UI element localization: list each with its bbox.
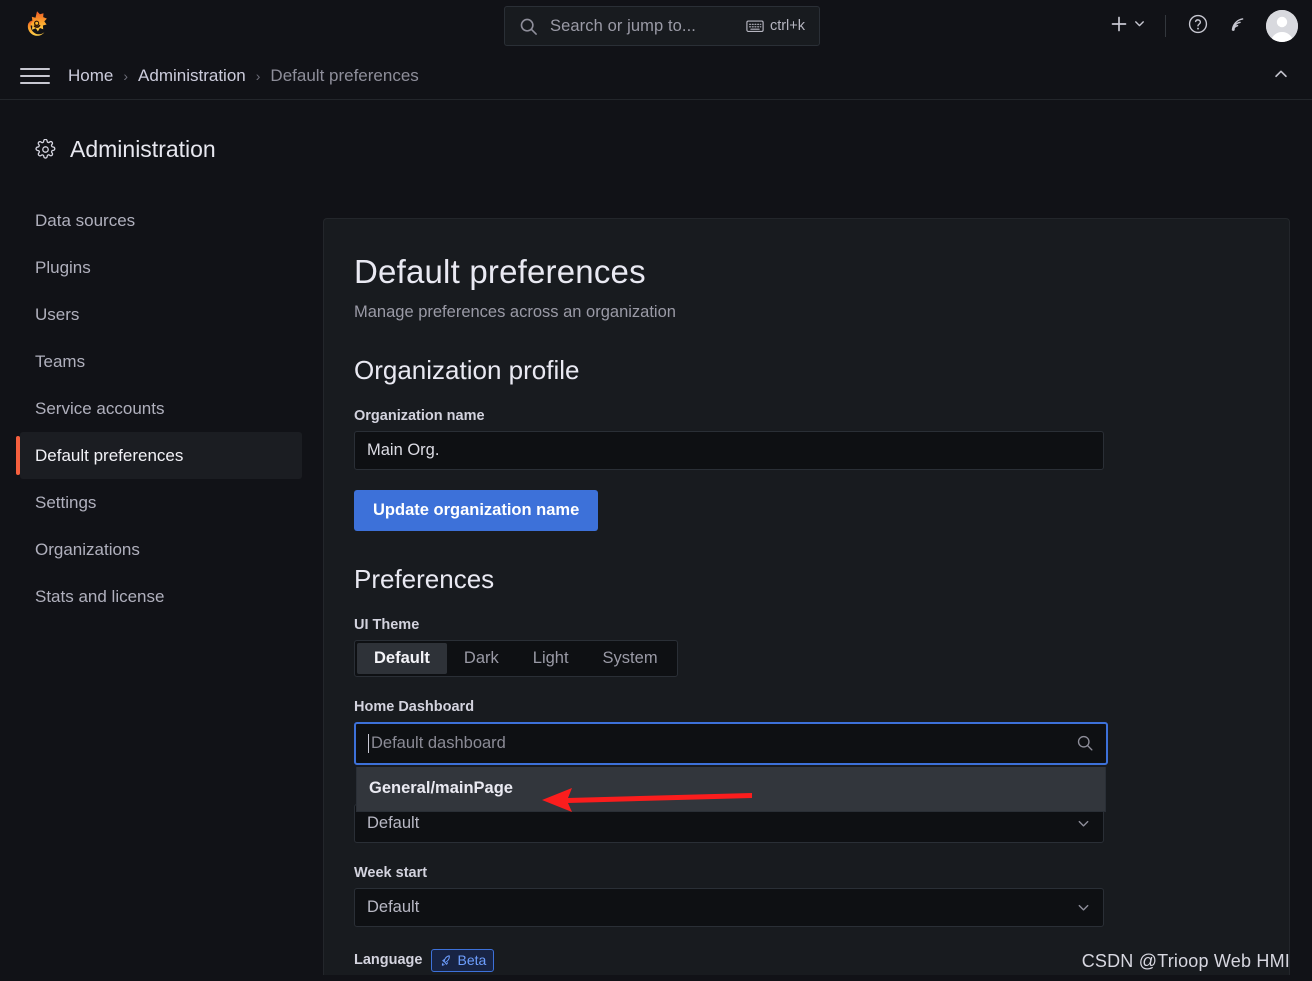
- sidebar-item-label: Settings: [35, 492, 97, 512]
- sidebar-item-label: Data sources: [35, 210, 136, 230]
- topbar-actions: [1101, 0, 1298, 52]
- timezone-value: Default: [367, 813, 420, 832]
- sidebar-item-label: Users: [35, 304, 80, 324]
- search-shortcut-hint: ctrl+k: [746, 18, 805, 34]
- help-circle-icon: [1187, 13, 1209, 40]
- page-title: Default preferences: [354, 253, 646, 290]
- rocket-icon: [439, 954, 452, 967]
- search-shortcut-label: ctrl+k: [769, 18, 805, 34]
- organization-profile-heading: Organization profile: [354, 354, 580, 385]
- news-feed-button[interactable]: [1218, 8, 1258, 44]
- preferences-heading: Preferences: [354, 563, 495, 594]
- home-dashboard-placeholder: Default dashboard: [371, 733, 506, 752]
- topbar-divider: [1165, 15, 1166, 37]
- sidebar-title: Administration: [0, 136, 322, 163]
- breadcrumb: Home › Administration › Default preferen…: [68, 52, 419, 100]
- language-label: Language: [354, 952, 423, 969]
- sidebar-item-service-accounts[interactable]: Service accounts: [20, 385, 302, 432]
- ui-theme-option-light[interactable]: Light: [516, 643, 586, 674]
- home-dashboard-combobox[interactable]: Default dashboard General/mainPage: [354, 721, 1108, 812]
- breadcrumb-bar: Home › Administration › Default preferen…: [0, 52, 1312, 100]
- sidebar-item-stats-and-license[interactable]: Stats and license: [20, 573, 302, 620]
- chevron-down-icon: [1133, 17, 1146, 35]
- bottom-edge: [0, 975, 1312, 981]
- chevron-down-icon: [1076, 816, 1091, 831]
- sidebar-item-data-sources[interactable]: Data sources: [20, 197, 302, 244]
- hamburger-menu-icon[interactable]: [20, 63, 50, 89]
- breadcrumb-item-administration[interactable]: Administration: [138, 66, 246, 86]
- user-avatar[interactable]: [1266, 10, 1298, 42]
- sidebar-title-label: Administration: [70, 136, 216, 162]
- search-input[interactable]: Search or jump to... ctrl+k: [504, 6, 820, 46]
- home-dashboard-label: Home Dashboard: [354, 698, 475, 715]
- sidebar-item-label: Organizations: [35, 539, 140, 559]
- page-body: Administration Data sources Plugins User…: [0, 100, 1312, 981]
- ui-theme-option-system[interactable]: System: [586, 643, 675, 674]
- beta-badge-label: Beta: [457, 952, 487, 969]
- keyboard-icon: [746, 19, 764, 33]
- breadcrumb-separator: ›: [255, 68, 261, 84]
- ui-theme-option-dark[interactable]: Dark: [447, 643, 516, 674]
- gear-icon: [35, 139, 56, 160]
- plus-icon: [1109, 14, 1129, 39]
- rss-feed-icon: [1227, 13, 1249, 40]
- ui-theme-option-default[interactable]: Default: [357, 642, 447, 674]
- sidebar-item-label: Plugins: [35, 257, 91, 277]
- breadcrumb-item-default-preferences: Default preferences: [270, 66, 419, 85]
- sidebar-item-label: Stats and license: [35, 586, 165, 606]
- sidebar-item-users[interactable]: Users: [20, 291, 302, 338]
- grafana-logo-icon[interactable]: [20, 9, 54, 43]
- organization-name-label: Organization name: [354, 407, 485, 424]
- home-dashboard-option-general-mainpage[interactable]: General/mainPage: [357, 766, 1105, 811]
- update-organization-name-button[interactable]: Update organization name: [354, 489, 599, 531]
- sidebar-item-teams[interactable]: Teams: [20, 338, 302, 385]
- top-navigation-bar: Search or jump to... ctrl+k: [0, 0, 1312, 52]
- content-panel: Default preferences Manage preferences a…: [323, 218, 1290, 981]
- watermark-text: CSDN @Trioop Web HMI: [1081, 951, 1290, 971]
- chevron-down-icon: [1076, 900, 1091, 915]
- organization-name-input[interactable]: Main Org.: [354, 430, 1104, 470]
- sidebar-item-settings[interactable]: Settings: [20, 479, 302, 526]
- breadcrumb-separator: ›: [123, 68, 129, 84]
- week-start-value: Default: [367, 897, 420, 916]
- sidebar-item-plugins[interactable]: Plugins: [20, 244, 302, 291]
- text-cursor: [368, 733, 369, 753]
- home-dashboard-placeholder-wrap: Default dashboard: [368, 733, 506, 753]
- add-new-button[interactable]: [1101, 8, 1153, 44]
- beta-badge: Beta: [431, 948, 495, 972]
- sidebar-item-label: Default preferences: [35, 445, 184, 465]
- week-start-select[interactable]: Default: [354, 887, 1104, 927]
- sidebar-item-organizations[interactable]: Organizations: [20, 526, 302, 573]
- sidebar-item-label: Teams: [35, 351, 86, 371]
- help-button[interactable]: [1178, 8, 1218, 44]
- chevron-up-icon: [1272, 65, 1290, 88]
- breadcrumb-item-home[interactable]: Home: [68, 66, 113, 86]
- admin-sidebar: Administration Data sources Plugins User…: [0, 100, 322, 981]
- ui-theme-radio-group: Default Dark Light System: [354, 639, 678, 677]
- sidebar-item-default-preferences[interactable]: Default preferences: [16, 432, 302, 479]
- week-start-label: Week start: [354, 864, 428, 881]
- search-icon: [519, 17, 538, 36]
- search-icon: [1076, 734, 1094, 752]
- organization-name-value: Main Org.: [367, 440, 440, 459]
- ui-theme-label: UI Theme: [354, 616, 420, 633]
- page-subtitle: Manage preferences across an organizatio…: [354, 302, 676, 321]
- search-placeholder-text: Search or jump to...: [550, 16, 696, 35]
- collapse-toggle-button[interactable]: [1268, 64, 1294, 88]
- home-dashboard-dropdown-menu: General/mainPage: [356, 766, 1106, 812]
- sidebar-item-label: Service accounts: [35, 398, 165, 418]
